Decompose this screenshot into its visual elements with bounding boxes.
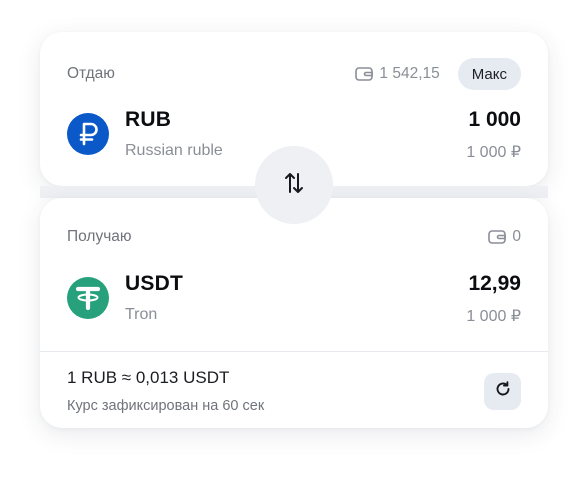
receive-asset-row[interactable]: USDT Tron 12,99 1 000 ₽ [67, 272, 521, 326]
give-label: Отдаю [67, 65, 115, 82]
swap-arrows-icon [282, 170, 306, 201]
give-asset-name: Russian ruble [125, 142, 223, 159]
tether-icon [67, 277, 109, 319]
receive-asset-code: USDT [125, 272, 183, 295]
receive-asset-name: Tron [125, 306, 158, 323]
receive-header: Получаю 0 [67, 228, 521, 246]
rate-divider [40, 351, 548, 352]
refresh-icon [494, 380, 512, 403]
receive-balance: 0 [488, 228, 521, 246]
receive-amounts: 12,99 1 000 ₽ [466, 272, 521, 326]
rate-note: Курс зафиксирован на 60 сек [67, 398, 265, 414]
max-button[interactable]: Макс [457, 58, 521, 90]
give-asset-text: RUB Russian ruble [125, 108, 223, 160]
exchange-rate: 1 RUB ≈ 0,013 USDT [67, 368, 230, 387]
give-asset[interactable]: RUB Russian ruble [67, 108, 223, 160]
receive-label: Получаю [67, 228, 132, 245]
give-fiat-value: 1 000 ₽ [466, 144, 521, 161]
give-balance-value: 1 542,15 [379, 65, 440, 82]
max-button-label: Макс [471, 65, 507, 83]
give-amount-input[interactable]: 1 000 [468, 108, 521, 132]
give-amounts: 1 000 1 000 ₽ [466, 108, 521, 162]
give-header: Отдаю 1 542,15 Макс [67, 58, 521, 90]
refresh-button[interactable] [484, 373, 521, 410]
wallet-icon [488, 230, 507, 244]
receive-amount: 12,99 [468, 272, 521, 295]
ruble-icon [67, 113, 109, 155]
receive-card: Получаю 0 USDT Tron 12,99 1 000 ₽ 1 RUB … [40, 198, 548, 428]
give-balance: 1 542,15 Макс [355, 58, 521, 90]
receive-asset[interactable]: USDT Tron [67, 272, 183, 324]
receive-balance-value: 0 [512, 228, 521, 245]
receive-asset-text: USDT Tron [125, 272, 183, 324]
receive-fiat-value: 1 000 ₽ [466, 308, 521, 325]
swap-button[interactable] [255, 146, 333, 224]
exchange-widget: Отдаю 1 542,15 Макс RUB Russian ruble 1 … [0, 0, 588, 478]
wallet-icon [355, 67, 374, 81]
give-asset-code: RUB [125, 108, 172, 131]
